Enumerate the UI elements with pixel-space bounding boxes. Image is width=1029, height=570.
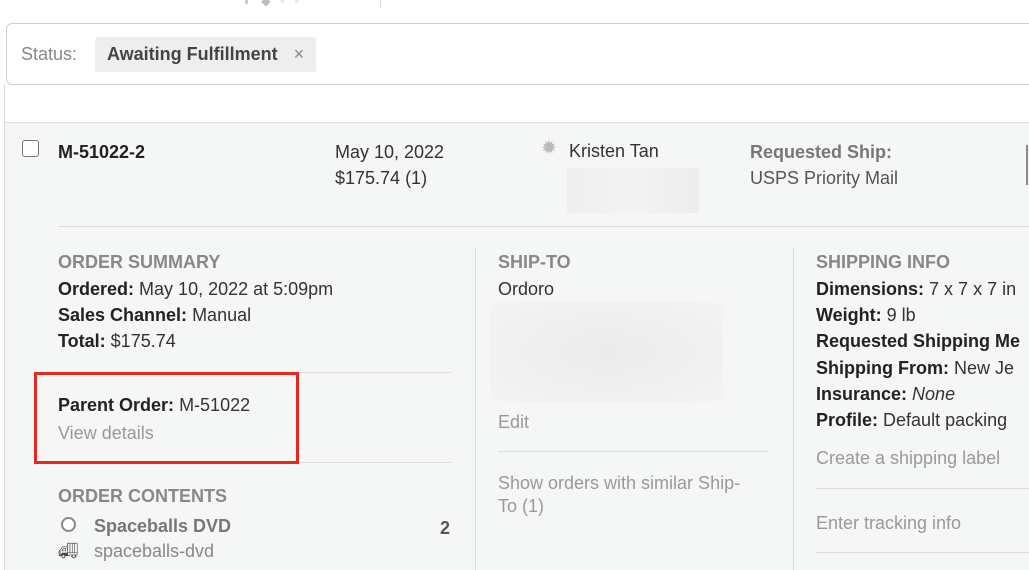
column-divider-1 — [475, 248, 476, 570]
sales-channel-label: Sales Channel: — [58, 305, 188, 325]
product-quantity: 2 — [440, 518, 451, 538]
similar-orders-link-line2[interactable]: To (1) — [498, 496, 544, 517]
toolbar-divider — [380, 0, 381, 8]
sales-channel-row: Sales Channel: Manual — [58, 305, 251, 326]
weight-value: 9 lb — [886, 305, 916, 325]
shipping-from-value: New Je — [954, 358, 1015, 378]
gear-icon: ✹ — [541, 138, 557, 159]
requested-ship-value: USPS Priority Mail — [750, 168, 899, 188]
top-toolbar-remnant: ◐◆◦◦ — [0, 0, 1029, 10]
redacted-customer-info — [567, 168, 699, 213]
insurance-value: None — [912, 384, 956, 404]
profile-row: Profile: Default packing — [816, 410, 1007, 431]
close-icon[interactable]: × — [294, 44, 305, 65]
redacted-ship-to-address — [490, 302, 723, 402]
row-divider — [58, 226, 1029, 227]
sales-channel-value: Manual — [192, 305, 252, 325]
dimensions-label: Dimensions: — [816, 279, 925, 299]
dimensions-value: 7 x 7 x 7 in — [929, 279, 1017, 299]
weight-label: Weight: — [816, 305, 882, 325]
order-number[interactable]: M-51022-2 — [58, 142, 145, 163]
total-value: $175.74 — [110, 331, 176, 351]
create-shipping-label-link[interactable]: Create a shipping label — [816, 448, 1000, 469]
ship-to-name: Ordoro — [498, 279, 555, 299]
product-sku: spaceballs-dvd — [94, 541, 215, 561]
profile-value: Default packing — [883, 410, 1008, 430]
shipping-info-divider-2 — [816, 552, 1029, 553]
enter-tracking-link[interactable]: Enter tracking info — [816, 513, 961, 534]
shipping-from-row: Shipping From: New Je — [816, 358, 1014, 379]
ship-to-divider — [498, 451, 768, 452]
order-date: May 10, 2022 — [335, 142, 445, 162]
customer-name: Kristen Tan — [569, 141, 659, 161]
profile-label: Profile: — [816, 410, 879, 430]
shipping-from-label: Shipping From: — [816, 358, 949, 378]
total-row: Total: $175.74 — [58, 331, 176, 352]
ordered-label: Ordered: — [58, 279, 135, 299]
order-contents-title: ORDER CONTENTS — [58, 486, 228, 506]
status-filter-chip[interactable]: Awaiting Fulfillment × — [95, 37, 317, 72]
similar-orders-link[interactable]: Show orders with similar Ship- — [498, 473, 740, 494]
ship-to-title: SHIP-TO — [498, 252, 571, 272]
insurance-label: Insurance: — [816, 384, 908, 404]
item-status-radio[interactable] — [61, 517, 76, 532]
status-filter-chip-label: Awaiting Fulfillment — [107, 44, 278, 64]
shipping-info-title: SHIPPING INFO — [816, 252, 951, 272]
filter-bar: Status: Awaiting Fulfillment × — [6, 23, 1029, 85]
insurance-row: Insurance: None — [816, 384, 955, 405]
annotation-highlight-box — [34, 372, 299, 464]
shipping-info-divider — [816, 488, 1029, 489]
ordered-value: May 10, 2022 at 5:09pm — [139, 279, 334, 299]
order-summary-title: ORDER SUMMARY — [58, 252, 221, 272]
weight-row: Weight: 9 lb — [816, 305, 916, 326]
truck-icon: 🚚︎ — [58, 543, 79, 560]
order-total: $175.74 (1) — [335, 168, 428, 188]
column-divider-2 — [793, 248, 794, 570]
edit-ship-to-link[interactable]: Edit — [498, 412, 529, 433]
requested-shipping-label: Requested Shipping Me — [816, 331, 1021, 351]
order-select-checkbox[interactable] — [22, 140, 39, 157]
requested-ship-label: Requested Ship: — [750, 142, 893, 162]
summary-divider-2 — [300, 462, 451, 463]
requested-shipping-row: Requested Shipping Me — [816, 331, 1020, 352]
dimensions-row: Dimensions: 7 x 7 x 7 in — [816, 279, 1016, 300]
total-label: Total: — [58, 331, 106, 351]
ordered-row: Ordered: May 10, 2022 at 5:09pm — [58, 279, 333, 300]
product-name[interactable]: Spaceballs DVD — [94, 516, 231, 537]
filter-label: Status: — [21, 44, 78, 64]
toolbar-icons: ◐◆◦◦ — [244, 0, 309, 8]
